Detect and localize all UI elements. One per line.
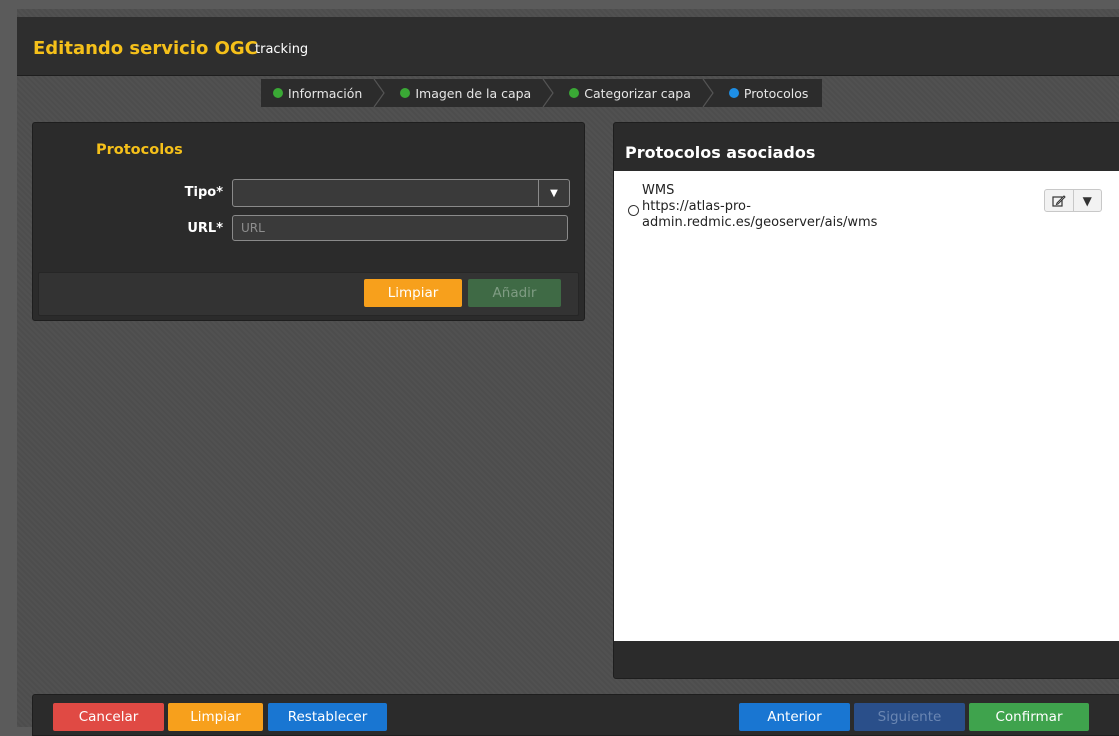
step-status-icon xyxy=(728,88,739,98)
page-header: Editando servicio OGC tracking xyxy=(17,17,1119,76)
step-status-icon xyxy=(400,88,411,98)
associated-title: Protocolos asociados xyxy=(625,143,816,162)
protocol-list: WMS https://atlas-pro- admin.redmic.es/g… xyxy=(614,171,1119,641)
app-window: Editando servicio OGC tracking Informaci… xyxy=(17,9,1119,736)
chevron-right-icon xyxy=(702,79,714,107)
step-categorizar-capa[interactable]: Categorizar capa xyxy=(555,79,715,107)
wizard-steps: Información Imagen de la capa Categoriza… xyxy=(261,79,823,107)
protocol-form-panel: Protocolos Tipo* ▼ URL* Limpiar Añadir xyxy=(32,122,585,321)
caret-down-icon[interactable]: ▼ xyxy=(1072,190,1102,211)
step-status-icon xyxy=(569,88,580,98)
step-imagen-de-la-capa[interactable]: Imagen de la capa xyxy=(386,79,555,107)
step-label: Protocolos xyxy=(743,85,809,101)
form-actions: Limpiar Añadir xyxy=(38,272,579,316)
url-label: URL* xyxy=(187,221,223,236)
protocol-url-line1: https://atlas-pro- xyxy=(642,199,751,214)
page-subtitle: tracking xyxy=(255,42,309,57)
step-protocolos[interactable]: Protocolos xyxy=(715,79,823,107)
form-clear-button[interactable]: Limpiar xyxy=(364,279,462,307)
step-informacion[interactable]: Información xyxy=(261,79,386,107)
protocol-info: WMS https://atlas-pro- admin.redmic.es/g… xyxy=(642,183,942,231)
list-item[interactable]: WMS https://atlas-pro- admin.redmic.es/g… xyxy=(614,181,1119,237)
footer-actions: Cancelar Limpiar Restablecer Anterior Si… xyxy=(32,694,1119,736)
page-title: Editando servicio OGC xyxy=(33,38,258,59)
step-label: Información xyxy=(288,85,363,101)
add-protocol-button[interactable]: Añadir xyxy=(468,279,561,307)
item-actions: ▼ xyxy=(1044,189,1102,212)
chevron-right-icon xyxy=(542,79,554,107)
caret-down-icon[interactable]: ▼ xyxy=(538,180,569,206)
step-status-icon xyxy=(273,88,283,98)
tipo-label: Tipo* xyxy=(184,185,223,200)
protocol-type: WMS xyxy=(642,183,675,198)
protocol-url-line2: admin.redmic.es/geoserver/ais/wms xyxy=(642,215,878,230)
tipo-select[interactable]: ▼ xyxy=(232,179,570,207)
chevron-right-icon xyxy=(373,79,386,107)
step-label: Categorizar capa xyxy=(584,85,691,101)
edit-icon[interactable] xyxy=(1045,190,1073,211)
step-label: Imagen de la capa xyxy=(415,85,532,101)
form-title: Protocolos xyxy=(96,142,183,158)
url-input[interactable] xyxy=(232,215,568,241)
associated-protocols-panel: Protocolos asociados WMS https://atlas-p… xyxy=(613,122,1119,679)
radio-button[interactable] xyxy=(628,205,639,216)
